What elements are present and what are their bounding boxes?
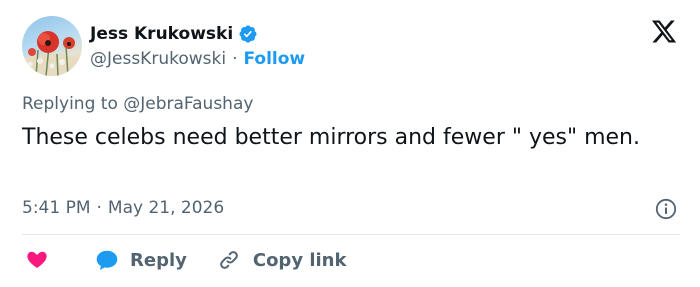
author-handle[interactable]: @JessKrukowski — [90, 49, 226, 69]
heart-icon — [27, 251, 47, 268]
verified-badge-icon — [239, 25, 257, 43]
speech-bubble-icon — [96, 250, 118, 270]
poppy-field-avatar-icon — [22, 31, 82, 76]
divider — [22, 234, 680, 235]
x-logo-icon[interactable] — [650, 18, 678, 45]
reply-button[interactable]: Reply — [94, 247, 187, 273]
author-display-name[interactable]: Jess Krukowski — [90, 24, 233, 44]
like-button[interactable] — [22, 247, 50, 273]
action-bar: Reply Copy link — [22, 246, 346, 274]
tweet-card: Jess Krukowski @JessKrukowski · Follow R… — [0, 0, 700, 287]
tweet-time: 5:41 PM — [22, 198, 91, 218]
timestamp-separator: · — [96, 198, 102, 218]
author-handle-row: @JessKrukowski · Follow — [90, 48, 305, 70]
replying-to-handle[interactable]: @JebraFaushay — [123, 94, 253, 114]
tweet-text: These celebs need better mirrors and few… — [22, 125, 640, 150]
follow-button[interactable]: Follow — [243, 49, 305, 69]
tweet-timestamp[interactable]: 5:41 PM · May 21, 2026 — [22, 198, 224, 218]
handle-separator: · — [232, 49, 238, 69]
link-icon — [220, 251, 238, 269]
tweet-date: May 21, 2026 — [107, 198, 225, 218]
info-icon[interactable] — [654, 197, 678, 221]
reply-label: Reply — [130, 249, 187, 271]
copy-link-button[interactable]: Copy link — [217, 248, 347, 272]
avatar[interactable] — [22, 16, 82, 76]
replying-to-line: Replying to @JebraFaushay — [22, 94, 253, 114]
replying-to-prefix: Replying to — [22, 94, 118, 114]
author-name-row: Jess Krukowski — [90, 22, 258, 46]
copy-link-label: Copy link — [252, 249, 347, 271]
